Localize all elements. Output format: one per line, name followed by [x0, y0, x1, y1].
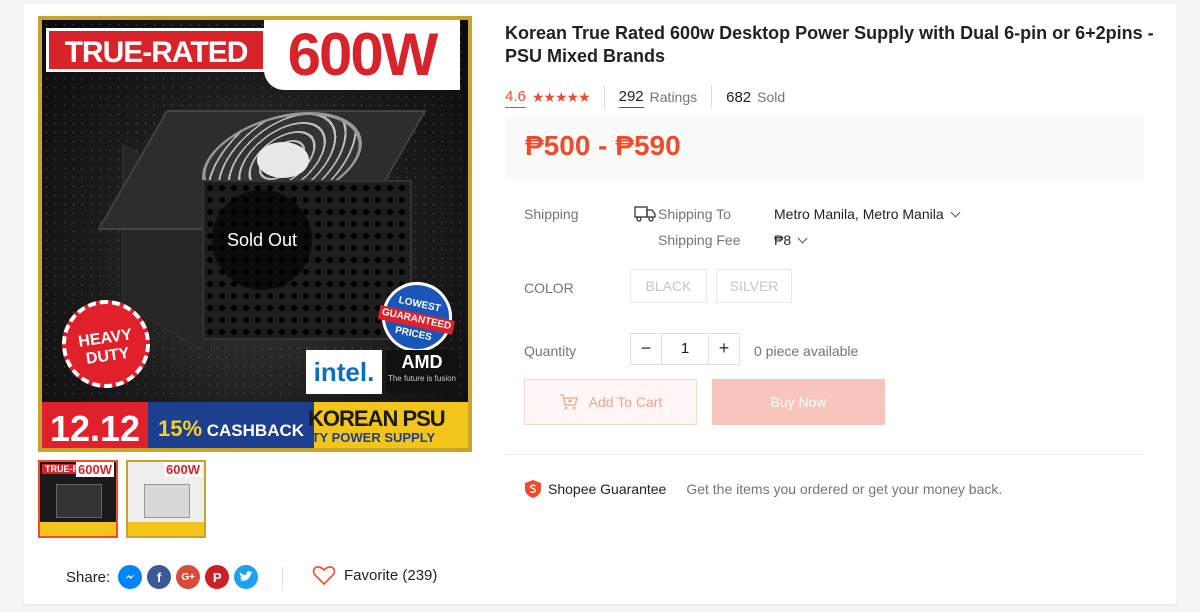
rating-value[interactable]: 4.6 [505, 87, 526, 108]
price-section: ₱500 - ₱590 [505, 116, 1144, 180]
banner-korean-psu: KOREAN PSU ITY POWER SUPPLY [308, 408, 468, 446]
color-option-black[interactable]: BLACK [630, 269, 707, 303]
quantity-decrease-button[interactable]: − [631, 334, 661, 364]
add-to-cart-button[interactable]: Add To Cart [524, 379, 697, 425]
shipping-label: Shipping [524, 206, 579, 222]
thumbnail-2[interactable]: 600W [126, 460, 206, 538]
banner-date: 12.12 [42, 402, 148, 448]
wattage-badge: 600W [264, 20, 460, 90]
truck-icon [634, 206, 656, 222]
shipping-fee-label: Shipping Fee [658, 232, 741, 248]
thumbnail-banner [40, 522, 116, 536]
stock-available: 0 piece available [754, 343, 859, 359]
amd-logo: AMD The future is fusion [386, 350, 458, 394]
thumbnail-psu [144, 484, 190, 518]
amd-tagline: The future is fusion [387, 374, 457, 383]
favorite-button[interactable]: Favorite (239) [312, 564, 437, 586]
rating-row: 4.6 ★★★★★ 292 Ratings 682 Sold [505, 84, 785, 110]
amd-text: AMD [401, 352, 443, 372]
chevron-down-icon [797, 233, 808, 244]
share-row: Share: f G+ P [66, 562, 263, 592]
sold-out-overlay: Sold Out [212, 190, 312, 290]
shield-icon [525, 480, 541, 498]
color-label: COLOR [524, 280, 574, 296]
korean-psu-text: KOREAN PSU [308, 406, 446, 431]
promo-banner: 12.12 15% CASHBACK KOREAN PSU ITY POWER … [42, 402, 468, 448]
sold-count: 682 [726, 88, 752, 106]
thumbnail-banner [128, 522, 204, 536]
favorite-label: Favorite (239) [344, 566, 438, 584]
price-range: ₱500 - ₱590 [525, 130, 681, 161]
ratings-label: Ratings [649, 89, 698, 105]
sold-label: Sold [757, 89, 786, 105]
rating-divider [603, 85, 605, 109]
product-card: TRUE-RATED 600W Sold Out HEAVY DUTY LOWE… [24, 4, 1176, 604]
buy-now-button[interactable]: Buy Now [712, 379, 885, 425]
fan-hub [257, 142, 309, 178]
guarantee-title: Shopee Guarantee [548, 481, 667, 497]
add-to-cart-label: Add To Cart [588, 394, 663, 410]
shopee-guarantee[interactable]: Shopee Guarantee Get the items you order… [524, 479, 1002, 499]
share-label: Share: [66, 568, 111, 586]
banner-cashback: 15% CASHBACK [148, 402, 314, 448]
quantity-stepper: − 1 + [630, 333, 740, 365]
color-option-silver[interactable]: SILVER [716, 269, 792, 303]
shipping-to-select[interactable]: Metro Manila, Metro Manila [774, 206, 961, 222]
cashback-percent: 15% [157, 416, 203, 441]
product-title: Korean True Rated 600w Desktop Power Sup… [505, 23, 1154, 66]
quantity-label: Quantity [524, 343, 577, 359]
thumbnail-watt: 600W [76, 462, 114, 477]
ratings-count[interactable]: 292 [618, 87, 644, 108]
shipping-to-value: Metro Manila, Metro Manila [774, 206, 944, 222]
thumbnail-1[interactable]: TRUE-RATED 600W [38, 460, 118, 538]
cashback-text: CASHBACK [206, 421, 305, 440]
quantity-increase-button[interactable]: + [709, 334, 739, 364]
facebook-icon[interactable]: f [147, 565, 172, 589]
shipping-to-label: Shipping To [658, 206, 731, 222]
true-rated-badge: TRUE-RATED [46, 28, 266, 72]
section-divider [505, 454, 1144, 455]
intel-logo: intel. [306, 350, 382, 394]
shipping-fee-select[interactable]: ₱8 [774, 232, 808, 248]
chevron-down-icon [950, 207, 961, 218]
messenger-icon[interactable] [118, 565, 143, 589]
twitter-icon[interactable] [234, 565, 259, 589]
google-plus-icon[interactable]: G+ [176, 565, 201, 589]
thumbnail-watt: 600W [164, 462, 202, 477]
quantity-input[interactable]: 1 [661, 334, 709, 364]
image-background: TRUE-RATED 600W Sold Out HEAVY DUTY LOWE… [42, 20, 468, 448]
korean-psu-sub: ITY POWER SUPPLY [308, 430, 436, 445]
shipping-fee-value: ₱8 [774, 232, 792, 248]
rating-stars: ★★★★★ [531, 88, 591, 105]
cart-icon [559, 394, 578, 410]
heart-icon [312, 566, 336, 586]
share-divider [282, 567, 283, 589]
sold-divider [711, 85, 713, 109]
thumbnail-psu [56, 484, 102, 518]
pinterest-icon[interactable]: P [205, 565, 230, 589]
guarantee-text: Get the items you ordered or get your mo… [686, 481, 1003, 497]
main-product-image[interactable]: TRUE-RATED 600W Sold Out HEAVY DUTY LOWE… [38, 16, 472, 452]
